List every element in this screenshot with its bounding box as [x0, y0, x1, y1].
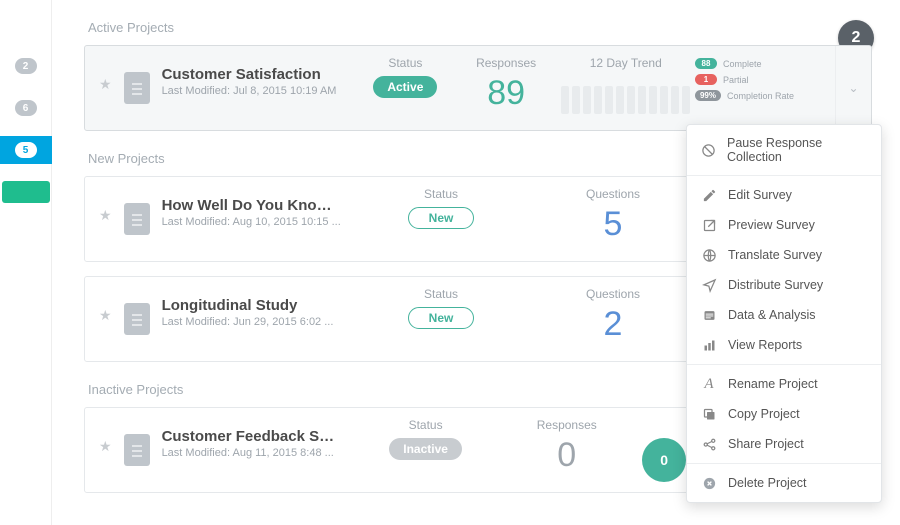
responses-value: 89 [487, 76, 525, 110]
menu-label: Preview Survey [728, 218, 815, 232]
menu-edit[interactable]: Edit Survey [687, 180, 881, 210]
sidebar-folder-2[interactable]: 6 [0, 94, 52, 122]
legend-complete-n: 88 [695, 58, 717, 69]
project-subtitle: Last Modified: Aug 11, 2015 8:48 ... [162, 447, 342, 459]
send-icon [701, 277, 717, 293]
complete-count: 0 [642, 438, 686, 482]
col-status: Status [424, 287, 458, 301]
menu-preview[interactable]: Preview Survey [687, 210, 881, 240]
sidebar: 2 6 5 [0, 0, 52, 525]
survey-icon [124, 303, 150, 335]
menu-label: Delete Project [728, 476, 807, 490]
sidebar-folder-1[interactable]: 2 [0, 52, 52, 80]
menu-delete[interactable]: Delete Project [687, 468, 881, 498]
menu-pause[interactable]: Pause Response Collection [687, 129, 881, 171]
card-heading: ★ How Well Do You Know Q... Last Modifie… [85, 177, 355, 261]
badge: 6 [15, 100, 37, 116]
menu-label: Data & Analysis [728, 308, 816, 322]
section-active: Active Projects [88, 20, 872, 35]
star-icon[interactable]: ★ [99, 76, 112, 130]
project-title: Longitudinal Study [162, 297, 334, 314]
menu-label: Share Project [728, 437, 804, 451]
sidebar-folder-active[interactable]: 5 [0, 136, 52, 164]
star-icon[interactable]: ★ [99, 438, 112, 492]
project-subtitle: Last Modified: Jun 29, 2015 6:02 ... [162, 316, 334, 328]
project-actions-menu: Pause Response Collection Edit Survey Pr… [686, 124, 882, 503]
menu-rename[interactable]: A Rename Project [687, 369, 881, 399]
copy-icon [701, 406, 717, 422]
font-icon: A [701, 376, 717, 392]
block-icon [701, 142, 716, 158]
badge: 5 [15, 142, 37, 158]
responses-value: 0 [557, 438, 576, 472]
card-heading: ★ Customer Feedback Survey Last Modified… [85, 408, 355, 492]
legend-partial: Partial [723, 75, 749, 85]
legend-rate-n: 99% [695, 90, 721, 101]
menu-label: Copy Project [728, 407, 800, 421]
menu-data[interactable]: Data & Analysis [687, 300, 881, 330]
survey-icon [124, 203, 150, 235]
col-status: Status [424, 187, 458, 201]
menu-share[interactable]: Share Project [687, 429, 881, 459]
pencil-icon [701, 187, 717, 203]
legend: 88 Complete 1 Partial 99% Completion Rate [695, 46, 835, 130]
project-title: Customer Feedback Survey [162, 428, 342, 445]
close-circle-icon [701, 475, 717, 491]
chevron-down-icon: ⌄ [848, 81, 858, 95]
project-card[interactable]: ★ Customer Satisfaction Last Modified: J… [84, 45, 872, 131]
questions-value: 2 [604, 307, 623, 341]
menu-label: Edit Survey [728, 188, 792, 202]
col-status: Status [409, 418, 443, 432]
col-trend: 12 Day Trend [590, 56, 662, 70]
legend-partial-n: 1 [695, 74, 717, 85]
survey-icon [124, 434, 150, 466]
status-badge: Inactive [389, 438, 462, 460]
project-title: How Well Do You Know Q... [162, 197, 342, 214]
menu-distribute[interactable]: Distribute Survey [687, 270, 881, 300]
status-badge: New [408, 307, 475, 329]
star-icon[interactable]: ★ [99, 207, 112, 261]
menu-label: Translate Survey [728, 248, 822, 262]
menu-label: View Reports [728, 338, 802, 352]
project-actions-toggle[interactable]: ⌄ [835, 46, 871, 130]
questions-value: 5 [604, 207, 623, 241]
menu-copy[interactable]: Copy Project [687, 399, 881, 429]
menu-label: Rename Project [728, 377, 818, 391]
survey-icon [124, 72, 150, 104]
sidebar-add[interactable] [0, 178, 52, 206]
trend-sparkline [561, 80, 690, 114]
col-questions: Questions [586, 187, 640, 201]
project-subtitle: Last Modified: Jul 8, 2015 10:19 AM [162, 85, 337, 97]
col-responses: Responses [537, 418, 597, 432]
menu-label: Pause Response Collection [727, 136, 867, 164]
card-heading: ★ Longitudinal Study Last Modified: Jun … [85, 277, 355, 361]
share-icon [701, 436, 717, 452]
col-questions: Questions [586, 287, 640, 301]
status-badge: New [408, 207, 475, 229]
project-title: Customer Satisfaction [162, 66, 337, 83]
star-icon[interactable]: ★ [99, 307, 112, 361]
external-icon [701, 217, 717, 233]
card-heading: ★ Customer Satisfaction Last Modified: J… [85, 46, 355, 130]
menu-reports[interactable]: View Reports [687, 330, 881, 360]
legend-rate: Completion Rate [727, 91, 794, 101]
menu-translate[interactable]: Translate Survey [687, 240, 881, 270]
col-status: Status [388, 56, 422, 70]
col-responses: Responses [476, 56, 536, 70]
bar-chart-icon [701, 337, 717, 353]
badge: 2 [15, 58, 37, 74]
project-subtitle: Last Modified: Aug 10, 2015 10:15 ... [162, 216, 342, 228]
globe-icon [701, 247, 717, 263]
table-icon [701, 307, 717, 323]
status-badge: Active [373, 76, 437, 98]
menu-label: Distribute Survey [728, 278, 823, 292]
legend-complete: Complete [723, 59, 762, 69]
